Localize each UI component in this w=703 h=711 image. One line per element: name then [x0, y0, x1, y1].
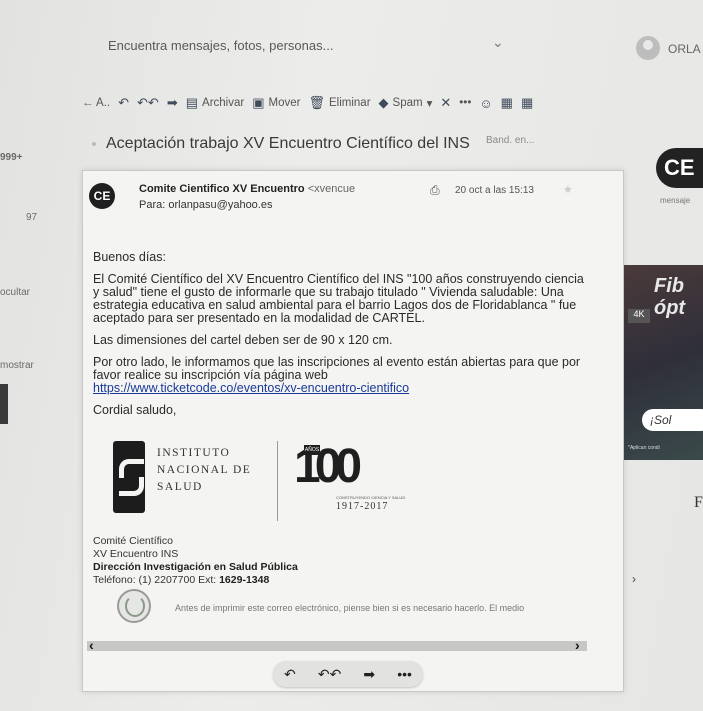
- spam-label: Spam: [392, 97, 423, 109]
- horizontal-scrollbar[interactable]: [87, 641, 587, 651]
- ad-headline-line-2: ópt: [654, 297, 686, 319]
- ins-logo-line-1: INSTITUTO: [157, 447, 231, 459]
- ad-cta-button[interactable]: ¡Sol: [642, 409, 703, 431]
- move-label: Mover: [268, 97, 301, 109]
- archive-label: Archivar: [202, 97, 245, 109]
- signature-line-3: Dirección Investigación en Salud Pública: [93, 561, 298, 573]
- right-avatar-label: mensaje: [660, 196, 691, 205]
- sidebar-item-hide[interactable]: ocultar: [0, 287, 30, 298]
- anniversary-subtitle: CONSTRUYENDO CIENCIA Y SALUD: [336, 495, 406, 500]
- folder-count[interactable]: 97: [26, 212, 37, 223]
- quick-actions-bar: ↶ ↶↶ ➡ •••: [273, 661, 423, 687]
- sender-name-text: Comite Cientifico XV Encuentro: [139, 183, 305, 195]
- mail-app-window: Encuentra mensajes, fotos, personas... ⌄…: [0, 0, 703, 711]
- ad-conditions: *Aplican condi: [628, 445, 660, 451]
- message-pane: CE Comite Cientifico XV Encuentro <xvenc…: [82, 170, 624, 692]
- globe-icon: [117, 589, 151, 623]
- signature-phone-ext: 1629-1348: [219, 574, 270, 586]
- forward-button-icon[interactable]: ➡: [363, 666, 375, 683]
- subject-bullet: [92, 142, 96, 146]
- ins-mark-icon: [113, 441, 145, 513]
- sidebar-item-show[interactable]: mostrar: [0, 360, 34, 371]
- greeting: Buenos días:: [93, 250, 166, 264]
- right-panel-letter: F: [694, 494, 703, 511]
- logo-divider: [277, 441, 278, 521]
- print-icon[interactable]: ⎙: [430, 183, 440, 198]
- anniversary-years: 1917-2017: [336, 501, 389, 512]
- scroll-right-icon[interactable]: ›: [575, 637, 580, 653]
- message-subject: Aceptación trabajo XV Encuentro Científi…: [106, 135, 470, 152]
- message-date: 20 oct a las 15:13: [455, 185, 534, 196]
- folder-icon: ▣: [252, 95, 265, 110]
- closing: Cordial saludo,: [93, 403, 177, 417]
- body-paragraph-2: Las dimensiones del cartel deben ser de …: [93, 333, 393, 347]
- signature: Comité Científico XV Encuentro INS Direc…: [93, 535, 298, 587]
- reply-all-icon[interactable]: ↶↶: [137, 95, 159, 111]
- emoji-icon[interactable]: ☺: [479, 96, 492, 111]
- search-input[interactable]: Encuentra mensajes, fotos, personas...: [108, 38, 333, 53]
- more-actions-icon[interactable]: •••: [397, 666, 412, 682]
- right-panel-chevron-icon[interactable]: ›: [632, 572, 636, 586]
- signature-phone-label: Teléfono: (1) 2207700 Ext:: [93, 574, 220, 586]
- user-avatar[interactable]: [636, 36, 660, 60]
- signature-phone: Teléfono: (1) 2207700 Ext: 1629-1348: [93, 574, 298, 587]
- user-name[interactable]: ORLA: [668, 42, 701, 56]
- archive-button[interactable]: ▤ Archivar: [186, 95, 244, 111]
- right-avatar[interactable]: CE: [656, 148, 703, 188]
- scroll-left-icon[interactable]: ‹: [89, 637, 94, 653]
- shield-icon: ◆: [378, 95, 389, 110]
- message-toolbar: ← A.. ↶ ↶↶ ➡ ▤ Archivar ▣ Mover 🗑 Elimin…: [82, 95, 533, 111]
- archive-icon: ▤: [185, 95, 199, 110]
- ins-logo-text: INSTITUTO NACIONAL DE SALUD: [157, 445, 251, 496]
- message-body: Buenos días: El Comité Científico del XV…: [93, 251, 593, 426]
- recipient-line: Para: orlanpasu@yahoo.es: [139, 199, 273, 211]
- reply-all-button-icon[interactable]: ↶↶: [318, 666, 341, 683]
- back-button[interactable]: ← A..: [82, 97, 110, 109]
- trash-icon: 🗑: [308, 95, 325, 110]
- inbox-count[interactable]: 999+: [0, 152, 23, 163]
- reply-icon[interactable]: ↶: [118, 95, 129, 111]
- anniversary-logo: 100 AÑOS CONSTRUYENDO CIENCIA Y SALUD 19…: [288, 439, 448, 519]
- spam-button[interactable]: ◆ Spam ▾: [379, 95, 433, 111]
- ad-4k-badge: 4K: [628, 309, 650, 323]
- signature-line-2: XV Encuentro INS: [93, 548, 179, 560]
- more-button[interactable]: •••: [459, 97, 471, 109]
- calendar-icon[interactable]: ▦: [521, 95, 533, 111]
- close-icon[interactable]: ✕: [440, 95, 451, 111]
- folder-label[interactable]: Band. en...: [486, 135, 534, 146]
- delete-label: Eliminar: [328, 97, 371, 109]
- ins-logo-line-2: NACIONAL DE: [157, 464, 252, 476]
- body-paragraph-3: Por otro lado, le informamos que las ins…: [93, 355, 581, 382]
- ins-logo: INSTITUTO NACIONAL DE SALUD: [113, 441, 263, 513]
- advertisement[interactable]: Fib ópt 4K ¡Sol *Aplican condi: [624, 265, 703, 460]
- sender-avatar: CE: [89, 183, 115, 209]
- sender-name[interactable]: Comite Cientifico XV Encuentro <xvencue: [139, 183, 355, 195]
- sender-email: <xvencue: [307, 183, 356, 195]
- grid-icon[interactable]: ▦: [501, 95, 513, 111]
- delete-button[interactable]: 🗑 Eliminar: [308, 95, 370, 111]
- reply-button-icon[interactable]: ↶: [284, 666, 296, 683]
- signature-line-1: Comité Científico: [93, 535, 173, 547]
- star-icon[interactable]: ★: [563, 183, 573, 196]
- registration-link[interactable]: https://www.ticketcode.co/eventos/xv-enc…: [93, 381, 409, 395]
- anniversary-anos: AÑOS: [304, 445, 320, 455]
- ad-headline-line-1: Fib: [654, 275, 684, 297]
- sidebar-scrollbar[interactable]: [0, 384, 8, 424]
- move-button[interactable]: ▣ Mover: [252, 95, 300, 111]
- footer-note: Antes de imprimir este correo electrónic…: [175, 603, 525, 613]
- forward-icon[interactable]: ➡: [167, 95, 178, 111]
- ad-headline: Fib ópt: [654, 275, 685, 319]
- chevron-down-icon: ▾: [426, 98, 433, 110]
- search-options-chevron-icon[interactable]: ⌄: [492, 34, 504, 51]
- ins-logo-line-3: SALUD: [157, 481, 203, 493]
- body-paragraph-1: El Comité Científico del XV Encuentro Ci…: [93, 272, 584, 325]
